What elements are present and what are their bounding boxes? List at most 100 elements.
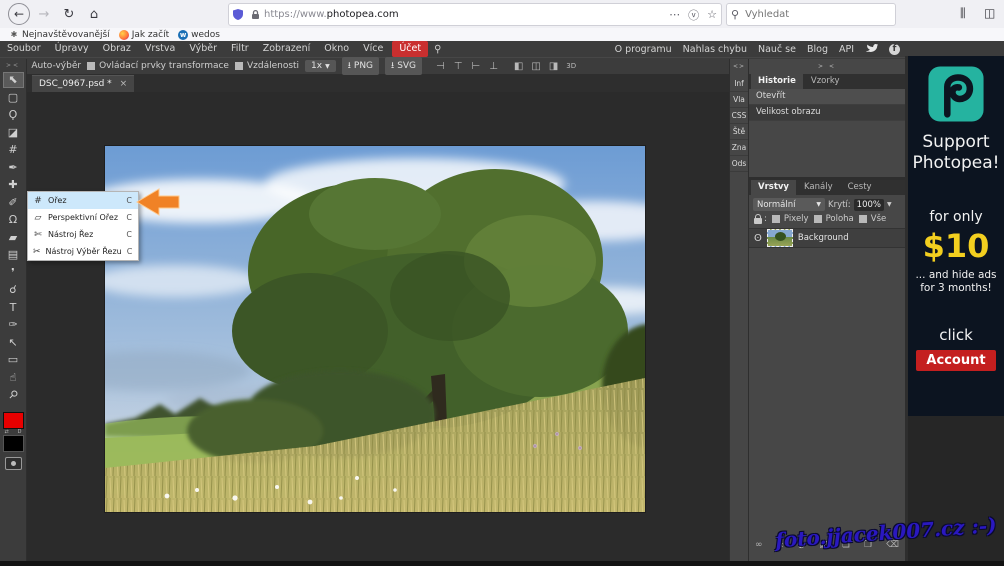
healing-brush-tool[interactable]: ✚ — [4, 178, 23, 192]
side-tab-ods[interactable]: Ods — [730, 156, 748, 172]
transform-controls-checkbox[interactable]: Ovládací prvky transformace — [87, 61, 229, 71]
distribute-center-icon[interactable]: ◫ — [531, 61, 540, 72]
menu-okno[interactable]: Okno — [317, 41, 356, 57]
layer-row-background[interactable]: ʘ Background — [749, 228, 905, 248]
history-item-image-size[interactable]: Velikost obrazu — [749, 105, 905, 121]
url-bar[interactable]: https://www.photopea.com ⋯ ⓥ ☆ — [228, 3, 722, 26]
side-tab-css[interactable]: CSS — [730, 108, 748, 124]
reload-icon[interactable]: ↻ — [58, 3, 80, 25]
gradient-tool[interactable]: ▤ — [4, 248, 23, 262]
pen-tool[interactable]: ✑ — [4, 318, 23, 332]
eraser-tool[interactable]: ▰ — [4, 231, 23, 245]
photo-dsc-0967[interactable] — [105, 146, 645, 512]
crop-tool[interactable]: # — [4, 143, 23, 157]
tab-historie[interactable]: Historie — [751, 74, 803, 89]
page-actions-icon[interactable]: ⋯ — [669, 8, 680, 21]
menu-item-nastroj-rez[interactable]: ✄ Nástroj Řez C — [28, 226, 138, 243]
align-center-icon[interactable]: ⊤ — [454, 61, 463, 72]
eyedropper-tool[interactable]: ✒ — [4, 161, 23, 175]
blur-tool[interactable]: ❜ — [4, 266, 23, 280]
browser-search-bar[interactable]: ⚲ — [726, 3, 896, 26]
lock-pixels-checkbox[interactable]: Pixely — [772, 214, 809, 224]
menu-item-orez[interactable]: # Ořez C — [28, 192, 138, 209]
move-tool[interactable]: ⬉ — [4, 73, 23, 87]
sidebar-toggle-icon[interactable]: ◫ — [984, 6, 995, 20]
close-icon[interactable]: × — [120, 79, 128, 89]
tab-vrstvy[interactable]: Vrstvy — [751, 180, 796, 195]
link-o-programu[interactable]: O programu — [615, 44, 672, 55]
menu-vyber[interactable]: Výběr — [182, 41, 224, 57]
rectangle-select-tool[interactable]: ▢ — [4, 91, 23, 105]
facebook-icon[interactable]: f — [889, 44, 900, 55]
layer-visibility-eye-icon[interactable]: ʘ — [754, 233, 762, 244]
pocket-icon[interactable]: ⓥ — [688, 7, 699, 23]
side-tab-vla[interactable]: Vla — [730, 92, 748, 108]
side-tab-ste[interactable]: Ště — [730, 124, 748, 140]
document-tab[interactable]: DSC_0967.psd * × — [32, 75, 134, 92]
twitter-icon[interactable] — [865, 42, 878, 56]
quick-selection-tool[interactable]: ◪ — [4, 126, 23, 140]
export-svg-button[interactable]: ⭳ SVG — [385, 57, 422, 75]
background-color-swatch[interactable] — [3, 435, 24, 452]
lock-icon[interactable] — [754, 218, 762, 224]
lock-position-checkbox[interactable]: Poloha — [814, 214, 854, 224]
link-nahlas-chybu[interactable]: Nahlas chybu — [683, 44, 747, 55]
distribute-icon[interactable]: ⊥ — [489, 61, 498, 72]
threed-icon[interactable]: 3D — [566, 62, 576, 70]
chevron-down-icon[interactable]: ▼ — [887, 201, 892, 208]
menu-item-nastroj-vyber-rezu[interactable]: ✂ Nástroj Výběr Řezu C — [28, 243, 138, 260]
zoom-tool[interactable]: ⚲ — [4, 388, 23, 402]
link-api[interactable]: API — [839, 44, 854, 55]
export-png-button[interactable]: ⭳ PNG — [342, 57, 379, 75]
history-item-open[interactable]: Otevřít — [749, 89, 905, 105]
type-tool[interactable]: T — [4, 301, 23, 315]
distances-checkbox[interactable]: Vzdálenosti — [235, 61, 299, 71]
side-tab-zna[interactable]: Zna — [730, 140, 748, 156]
menu-item-perspektivni-orez[interactable]: ▱ Perspektivní Ořez C — [28, 209, 138, 226]
hand-tool[interactable]: ☝ — [4, 371, 23, 385]
quick-mask-button[interactable] — [5, 457, 22, 470]
menu-vice[interactable]: Více — [356, 41, 390, 57]
menu-vrstva[interactable]: Vrstva — [138, 41, 183, 57]
shape-tool[interactable]: ▭ — [4, 353, 23, 367]
link-layers-icon[interactable]: ∞ — [755, 540, 763, 550]
lasso-tool[interactable]: Ϙ — [4, 108, 23, 122]
browser-search-input[interactable] — [743, 8, 895, 21]
bookmark-getting-started[interactable]: Jak začít — [119, 30, 169, 40]
canvas-area[interactable] — [27, 92, 729, 566]
tab-vzorky[interactable]: Vzorky — [804, 74, 847, 89]
distribute-left-icon[interactable]: ◧ — [514, 61, 523, 72]
distribute-right-icon[interactable]: ◨ — [549, 61, 558, 72]
menu-ucet[interactable]: Účet — [392, 41, 428, 57]
blend-mode-dropdown[interactable]: Normální ▼ — [753, 198, 825, 211]
photopea-ad[interactable]: Support Photopea! for only $10 ... and h… — [908, 56, 1004, 416]
library-icon[interactable]: ⫼ — [960, 6, 966, 21]
bookmark-wedos[interactable]: w wedos — [178, 30, 220, 40]
link-nauc-se[interactable]: Nauč se — [758, 44, 796, 55]
link-blog[interactable]: Blog — [807, 44, 828, 55]
bookmark-most-visited[interactable]: ✱ Nejnavštěvovanější — [9, 30, 110, 40]
clone-stamp-tool[interactable]: Ω — [4, 213, 23, 227]
default-colors-icon[interactable]: D — [18, 429, 22, 435]
tab-kanaly[interactable]: Kanály — [797, 180, 840, 195]
menu-filtr[interactable]: Filtr — [224, 41, 256, 57]
side-tab-inf[interactable]: Inf — [730, 76, 748, 92]
panels-collapse-handle[interactable]: > < — [749, 63, 905, 70]
align-right-icon[interactable]: ⊢ — [471, 61, 480, 72]
opacity-value[interactable]: 100% — [854, 199, 884, 211]
zoom-level-dropdown[interactable]: 1x ▼ — [305, 60, 336, 72]
layer-thumbnail[interactable] — [767, 229, 793, 247]
forward-icon[interactable]: → — [33, 3, 55, 25]
menu-upravy[interactable]: Úpravy — [48, 41, 96, 57]
auto-select-checkbox[interactable]: Auto-výběr — [19, 61, 81, 71]
menu-search-icon[interactable]: ⚲ — [434, 44, 441, 55]
align-left-icon[interactable]: ⊣ — [436, 61, 445, 72]
tab-cesty[interactable]: Cesty — [841, 180, 879, 195]
bookmark-star-icon[interactable]: ☆ — [707, 8, 717, 21]
back-icon[interactable]: ← — [8, 3, 30, 25]
brush-tool[interactable]: ✐ — [4, 196, 23, 210]
menu-obraz[interactable]: Obraz — [96, 41, 138, 57]
swap-colors-icon[interactable]: ⇄ — [5, 429, 9, 435]
home-icon[interactable]: ⌂ — [83, 3, 105, 25]
tracking-shield-icon[interactable] — [233, 9, 243, 20]
